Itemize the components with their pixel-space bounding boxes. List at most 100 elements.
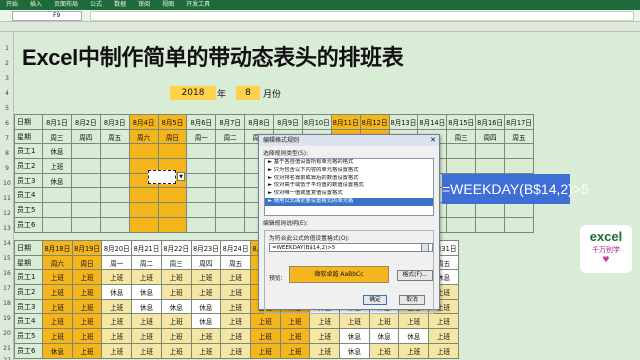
weekday-cell[interactable]: 周四 — [190, 254, 222, 271]
rule-type-item[interactable]: ► 仅对唯一值或重复值设置格式 — [265, 190, 433, 198]
shift-cell[interactable] — [446, 202, 477, 218]
date-cell[interactable]: 8月17日 — [504, 114, 534, 130]
shift-cell[interactable] — [215, 202, 246, 218]
weekday-cell[interactable]: 周日 — [71, 254, 103, 271]
ribbon-tab[interactable]: 页面布局 — [48, 0, 84, 10]
weekday-cell[interactable]: 周五 — [99, 128, 130, 145]
shift-cell[interactable]: 休息 — [42, 172, 72, 189]
weekday-cell[interactable]: 周四 — [475, 128, 505, 145]
shift-cell[interactable]: 上班 — [42, 298, 73, 315]
weekday-cell[interactable]: 周三 — [160, 254, 192, 271]
shift-cell[interactable] — [157, 216, 188, 233]
weekday-cell[interactable]: 周三 — [42, 128, 72, 145]
date-cell[interactable]: 8月19日 — [71, 240, 103, 256]
weekday-cell[interactable]: 周一 — [101, 254, 133, 271]
shift-cell[interactable] — [70, 172, 101, 189]
date-cell[interactable]: 8月2日 — [70, 114, 101, 130]
shift-cell[interactable]: 上班 — [42, 328, 73, 344]
shift-cell[interactable]: 休息 — [131, 298, 162, 315]
month-cell[interactable]: 8 — [236, 86, 260, 100]
shift-cell[interactable] — [186, 202, 217, 218]
shift-cell[interactable] — [128, 143, 159, 160]
date-cell[interactable]: 8月3日 — [99, 114, 130, 130]
shift-cell[interactable]: 上班 — [220, 313, 251, 330]
shift-cell[interactable] — [215, 172, 246, 189]
shift-cell[interactable]: 休息 — [339, 342, 370, 359]
shift-cell[interactable]: 休息 — [131, 284, 162, 300]
weekday-cell[interactable]: 周六 — [128, 128, 159, 145]
rule-type-item[interactable]: ► 仅对排名靠前或靠后的数值设置格式 — [265, 175, 433, 183]
ribbon-tab[interactable]: 开始 — [0, 0, 24, 10]
shift-cell[interactable] — [128, 187, 159, 204]
date-cell[interactable]: 8月23日 — [190, 240, 222, 256]
shift-cell[interactable] — [215, 158, 246, 174]
shift-cell[interactable] — [99, 143, 130, 160]
shift-cell[interactable] — [70, 158, 101, 174]
date-cell[interactable]: 8月5日 — [157, 114, 188, 130]
shift-cell[interactable]: 上班 — [42, 284, 73, 300]
ribbon-tab[interactable]: 插入 — [24, 0, 48, 10]
weekday-cell[interactable]: 周五 — [220, 254, 251, 271]
shift-cell[interactable]: 上班 — [131, 342, 162, 359]
date-cell[interactable]: 8月24日 — [220, 240, 251, 256]
shift-cell[interactable]: 上班 — [71, 284, 103, 300]
shift-cell[interactable]: 上班 — [101, 328, 133, 344]
date-cell[interactable]: 8月9日 — [273, 114, 303, 130]
shift-cell[interactable] — [186, 172, 217, 189]
date-cell[interactable]: 8月18日 — [42, 240, 73, 256]
shift-cell[interactable]: 上班 — [428, 328, 459, 344]
ribbon-tab[interactable]: 公式 — [84, 0, 108, 10]
shift-cell[interactable] — [128, 216, 159, 233]
shift-cell[interactable]: 上班 — [160, 269, 192, 286]
date-cell[interactable]: 8月4日 — [128, 114, 159, 130]
name-box[interactable]: F9 — [12, 11, 82, 21]
shift-cell[interactable] — [446, 216, 477, 233]
ribbon-tab[interactable]: 数据 — [108, 0, 132, 10]
shift-cell[interactable] — [504, 143, 534, 160]
ok-button[interactable]: 确定 — [363, 295, 387, 305]
shift-cell[interactable]: 上班 — [190, 284, 222, 300]
date-cell[interactable]: 8月11日 — [330, 114, 361, 130]
shift-cell[interactable] — [70, 202, 101, 218]
shift-cell[interactable]: 上班 — [249, 328, 281, 344]
shift-cell[interactable]: 休息 — [190, 298, 222, 315]
shift-cell[interactable] — [99, 187, 130, 204]
shift-cell[interactable] — [215, 187, 246, 204]
shift-cell[interactable]: 休息 — [42, 143, 72, 160]
shift-cell[interactable] — [99, 216, 130, 233]
shift-cell[interactable]: 休息 — [190, 313, 222, 330]
shift-cell[interactable]: 上班 — [131, 269, 162, 286]
shift-cell[interactable]: 上班 — [190, 269, 222, 286]
shift-cell[interactable] — [475, 158, 505, 174]
close-icon[interactable]: ✕ — [430, 136, 436, 144]
shift-cell[interactable]: 上班 — [279, 328, 311, 344]
shift-cell[interactable] — [42, 202, 72, 218]
cancel-button[interactable]: 取消 — [399, 295, 425, 305]
shift-cell[interactable]: 上班 — [368, 342, 400, 359]
weekday-cell[interactable]: 周一 — [186, 128, 217, 145]
shift-cell[interactable]: 上班 — [428, 313, 459, 330]
weekday-cell[interactable]: 周五 — [504, 128, 534, 145]
formula-input[interactable] — [90, 11, 634, 21]
year-cell[interactable]: 2018 — [170, 86, 216, 100]
shift-cell[interactable]: 上班 — [42, 269, 73, 286]
date-cell[interactable]: 8月10日 — [301, 114, 332, 130]
rule-formula-input[interactable]: =WEEKDAY(B$14,2)>5 — [269, 243, 433, 252]
shift-cell[interactable] — [475, 202, 505, 218]
shift-cell[interactable]: 上班 — [71, 328, 103, 344]
shift-cell[interactable]: 上班 — [101, 298, 133, 315]
shift-cell[interactable] — [128, 202, 159, 218]
weekday-cell[interactable]: 周二 — [131, 254, 162, 271]
shift-cell[interactable]: 上班 — [42, 313, 73, 330]
date-cell[interactable]: 8月15日 — [446, 114, 477, 130]
shift-cell[interactable] — [504, 216, 534, 233]
date-cell[interactable]: 8月1日 — [42, 114, 72, 130]
shift-cell[interactable] — [186, 187, 217, 204]
shift-cell[interactable]: 上班 — [279, 342, 311, 359]
shift-cell[interactable] — [70, 187, 101, 204]
shift-cell[interactable] — [215, 216, 246, 233]
weekday-cell[interactable]: 周二 — [215, 128, 246, 145]
shift-cell[interactable]: 上班 — [160, 328, 192, 344]
shift-cell[interactable]: 上班 — [279, 313, 311, 330]
shift-cell[interactable]: 休息 — [339, 328, 370, 344]
